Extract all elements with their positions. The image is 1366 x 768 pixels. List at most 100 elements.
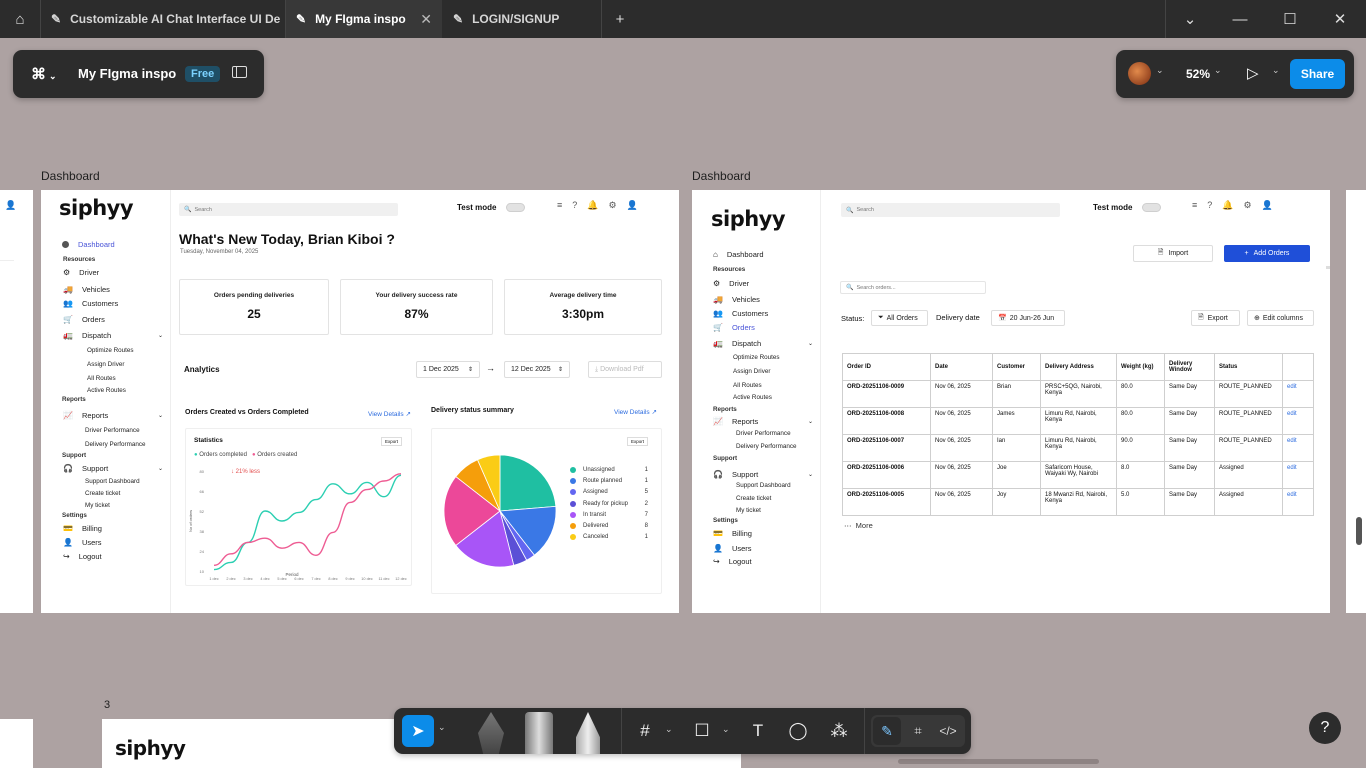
- profile-icon[interactable]: 👤: [627, 200, 648, 210]
- sidebar-item-driver-performance[interactable]: Driver Performance: [736, 430, 791, 437]
- sidebar-item-users[interactable]: 👤 Users: [63, 538, 102, 547]
- horizontal-scrollbar[interactable]: [898, 759, 1099, 764]
- close-tab-icon[interactable]: ✕: [420, 11, 432, 28]
- help-icon[interactable]: ?: [1207, 200, 1222, 210]
- test-mode-toggle[interactable]: [506, 203, 525, 212]
- sidebar-item-driver[interactable]: ⚙ Driver: [713, 279, 749, 288]
- dev-mode-code-icon[interactable]: </>: [934, 717, 962, 745]
- marker-tool-icon[interactable]: [525, 712, 553, 754]
- sidebar-item-dispatch[interactable]: 🚛 Dispatch ⌄: [63, 331, 163, 340]
- home-icon[interactable]: ⌂: [0, 0, 40, 38]
- zoom-level[interactable]: 52%: [1186, 67, 1210, 81]
- date-range-picker[interactable]: 📅 20 Jun-26 Jun: [991, 310, 1065, 326]
- edit-columns-button[interactable]: ⊕ Edit columns: [1247, 310, 1314, 326]
- rectangle-tool-icon[interactable]: ☐: [687, 716, 717, 746]
- maximize-icon[interactable]: ☐: [1268, 0, 1312, 38]
- sidebar-item-driver[interactable]: ⚙ Driver: [63, 268, 99, 277]
- settings-icon[interactable]: ⚙: [609, 200, 627, 210]
- file-title[interactable]: My FIgma inspo: [78, 66, 176, 81]
- sidebar-item-logout[interactable]: ↪ Logout: [713, 557, 752, 566]
- search-input[interactable]: 🔍 Search: [179, 203, 398, 216]
- sidebar-item-billing[interactable]: 💳 Billing: [63, 524, 102, 533]
- dashboard-frame[interactable]: siphyy Dashboard Resources ⚙ Driver 🚚 Vehi…: [41, 190, 679, 613]
- chevron-down-icon[interactable]: ⌄: [1168, 0, 1212, 38]
- table-row[interactable]: ORD-20251106-0006 Nov 06, 2025 Joe Safarico…: [842, 461, 1314, 489]
- tab-ai-chat[interactable]: ✎ Customizable AI Chat Interface UI De: [41, 0, 285, 38]
- text-tool-icon[interactable]: T: [743, 716, 773, 746]
- bell-icon[interactable]: 🔔: [587, 200, 608, 210]
- download-pdf-button[interactable]: ⤓ Download Pdf: [588, 361, 662, 378]
- edit-link[interactable]: edit: [1282, 488, 1314, 516]
- main-menu-icon[interactable]: ⌘ ⌄: [31, 65, 57, 83]
- sidebar-item-billing[interactable]: 💳 Billing: [713, 529, 752, 538]
- sidebar-item-customers[interactable]: 👥 Customers: [713, 309, 768, 318]
- sidebar-item-vehicles[interactable]: 🚚 Vehicles: [63, 285, 110, 294]
- sidebar-item-vehicles[interactable]: 🚚 Vehicles: [713, 295, 760, 304]
- move-tool-cursor-icon[interactable]: ➤: [402, 715, 434, 747]
- sidebar-item-logout[interactable]: ↪ Logout: [63, 552, 102, 561]
- brand-logo[interactable]: siphyy: [711, 207, 786, 231]
- orders-frame[interactable]: siphyy ⌂ Dashboard Resources ⚙ Driver 🚚 Veh…: [692, 190, 1330, 613]
- sidebar-item-customers[interactable]: 👥 Customers: [63, 299, 118, 308]
- sidebar-item-my-ticket[interactable]: My ticket: [736, 507, 761, 514]
- partial-frame-bottom-left[interactable]: [0, 719, 33, 768]
- chevron-down-icon[interactable]: ⌄: [1156, 65, 1164, 76]
- present-play-icon[interactable]: ▷: [1247, 64, 1259, 82]
- sidebar-item-orders[interactable]: 🛒 Orders: [63, 315, 105, 324]
- import-button[interactable]: 🗎 Import: [1133, 245, 1213, 262]
- status-filter[interactable]: ⏷ All Orders: [871, 310, 928, 326]
- sidebar-item-delivery-performance[interactable]: Delivery Performance: [85, 441, 146, 448]
- sidebar-item-active-routes[interactable]: Active Routes: [733, 394, 772, 401]
- export-button[interactable]: 🗎 Export: [1191, 310, 1240, 326]
- sidebar-item-active-routes[interactable]: Active Routes: [87, 387, 126, 394]
- help-icon[interactable]: ?: [572, 200, 587, 210]
- sidebar-item-all-routes[interactable]: All Routes: [733, 382, 762, 389]
- edit-link[interactable]: edit: [1282, 461, 1314, 489]
- chevron-down-icon[interactable]: ⌄: [665, 724, 673, 735]
- comment-tool-icon[interactable]: ◯: [783, 716, 813, 746]
- sidebar-item-dispatch[interactable]: 🚛 Dispatch ⌄: [713, 339, 813, 348]
- sidebar-item-optimize-routes[interactable]: Optimize Routes: [733, 354, 780, 361]
- bell-icon[interactable]: 🔔: [1222, 200, 1243, 210]
- export-button[interactable]: Export: [381, 437, 403, 446]
- edit-link[interactable]: edit: [1282, 407, 1314, 435]
- prototype-mode-icon[interactable]: ⌗: [904, 717, 932, 745]
- partial-frame-left[interactable]: 👤: [0, 190, 33, 613]
- test-mode-toggle[interactable]: [1142, 203, 1161, 212]
- brand-logo[interactable]: siphyy: [115, 736, 186, 760]
- help-button[interactable]: ?: [1309, 712, 1341, 744]
- layers-icon[interactable]: ≡: [1192, 200, 1207, 210]
- sidebar-item-create-ticket[interactable]: Create ticket: [736, 495, 771, 502]
- settings-icon[interactable]: ⚙: [1244, 200, 1262, 210]
- view-details-link[interactable]: View Details ↗: [614, 408, 657, 416]
- view-details-link[interactable]: View Details ↗: [368, 410, 411, 418]
- sidebar-item-dashboard[interactable]: Dashboard: [62, 240, 115, 249]
- window-close-icon[interactable]: ✕: [1318, 0, 1362, 38]
- sidebar-item-create-ticket[interactable]: Create ticket: [85, 490, 120, 497]
- tab-login-signup[interactable]: ✎ LOGIN/SIGNUP: [443, 0, 601, 38]
- add-orders-button[interactable]: + Add Orders: [1224, 245, 1310, 262]
- minimize-icon[interactable]: —: [1218, 0, 1262, 38]
- more-button[interactable]: ⋯ More: [844, 521, 873, 530]
- edit-link[interactable]: edit: [1282, 380, 1314, 408]
- actions-tool-icon[interactable]: ⁂: [824, 716, 854, 746]
- sidebar-item-dashboard[interactable]: ⌂ Dashboard: [713, 250, 764, 259]
- sidebar-item-all-routes[interactable]: All Routes: [87, 375, 116, 382]
- avatar[interactable]: [1128, 62, 1151, 85]
- table-row[interactable]: ORD-20251106-0005 Nov 06, 2025 Joy 18 Mwanz…: [842, 488, 1314, 516]
- sidebar-item-assign-driver[interactable]: Assign Driver: [87, 361, 124, 368]
- frame-label-dashboard[interactable]: Dashboard: [41, 169, 100, 183]
- tab-my-figma-inspo[interactable]: ✎ My FIgma inspo ✕: [286, 0, 442, 38]
- sidebar-item-optimize-routes[interactable]: Optimize Routes: [87, 347, 134, 354]
- sidebar-item-reports[interactable]: 📈 Reports ⌄: [63, 411, 163, 420]
- table-row[interactable]: ORD-20251106-0007 Nov 06, 2025 Ian Limuru R…: [842, 434, 1314, 462]
- table-row[interactable]: ORD-20251106-0008 Nov 06, 2025 James Limuru…: [842, 407, 1314, 435]
- frame-label-dashboard-orders[interactable]: Dashboard: [692, 169, 751, 183]
- chevron-down-icon[interactable]: ⌄: [1272, 65, 1280, 76]
- new-tab-plus-icon[interactable]: +: [598, 0, 642, 38]
- profile-icon[interactable]: 👤: [1262, 200, 1283, 210]
- table-row[interactable]: ORD-20251106-0009 Nov 06, 2025 Brian PRSC+5…: [842, 380, 1314, 408]
- sidebar-item-users[interactable]: 👤 Users: [713, 544, 752, 553]
- sidebar-item-support-dashboard[interactable]: Support Dashboard: [736, 482, 791, 489]
- sidebar-item-reports[interactable]: 📈 Reports ⌄: [713, 417, 813, 426]
